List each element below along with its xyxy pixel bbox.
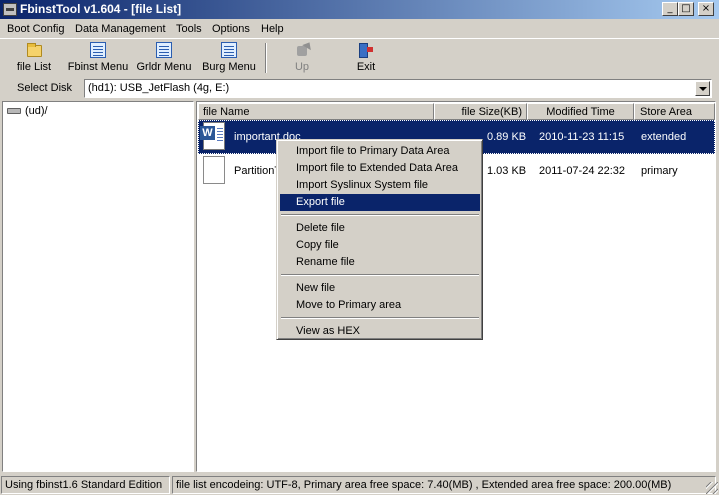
file-list-button[interactable]: file List bbox=[10, 42, 58, 76]
menu-item-delete[interactable]: Delete file bbox=[280, 220, 480, 237]
menu-tools[interactable]: Tools bbox=[176, 23, 202, 35]
menu-item-new[interactable]: New file bbox=[280, 280, 480, 297]
menu-item-rename[interactable]: Rename file bbox=[280, 254, 480, 271]
burg-menu-button[interactable]: Burg Menu bbox=[200, 42, 258, 76]
menu-item-import-syslinux[interactable]: Import Syslinux System file bbox=[280, 177, 480, 194]
menu-bar: Boot Config Data Management Tools Option… bbox=[0, 20, 719, 38]
burg-menu-label: Burg Menu bbox=[202, 61, 256, 73]
menu-item-import-extended[interactable]: Import file to Extended Data Area bbox=[280, 160, 480, 177]
menu-document-icon bbox=[90, 42, 106, 58]
menu-document-icon bbox=[156, 42, 172, 58]
menu-separator bbox=[281, 274, 479, 276]
column-header-modified[interactable]: Modified Time bbox=[527, 103, 634, 120]
up-label: Up bbox=[294, 61, 310, 73]
up-arrow-icon bbox=[294, 42, 310, 58]
menu-separator bbox=[281, 317, 479, 319]
minimize-button[interactable]: _ bbox=[662, 2, 678, 16]
toolbar-separator bbox=[265, 43, 267, 73]
window-title: FbinstTool v1.604 - [file List] bbox=[20, 2, 182, 16]
menu-item-copy[interactable]: Copy file bbox=[280, 237, 480, 254]
maximize-button[interactable]: □ bbox=[678, 2, 694, 16]
fbinst-menu-label: Fbinst Menu bbox=[67, 61, 129, 73]
disk-selector-row: Select Disk (hd1): USB_JetFlash (4g, E:) bbox=[0, 77, 719, 99]
file-modified: 2011-07-24 22:32 bbox=[539, 165, 626, 177]
disk-select[interactable]: (hd1): USB_JetFlash (4g, E:) bbox=[84, 79, 712, 98]
drive-icon bbox=[7, 108, 21, 115]
menu-item-move-primary[interactable]: Move to Primary area bbox=[280, 297, 480, 314]
column-header-size[interactable]: file Size(KB) bbox=[434, 103, 527, 120]
file-modified: 2010-11-23 11:15 bbox=[539, 131, 625, 143]
file-area: primary bbox=[641, 165, 678, 177]
tree-node-root[interactable]: (ud)/ bbox=[7, 105, 48, 117]
file-list-label: file List bbox=[16, 61, 52, 73]
word-document-icon bbox=[200, 122, 225, 150]
select-disk-label: Select Disk bbox=[17, 82, 73, 94]
up-button[interactable]: Up bbox=[282, 42, 322, 76]
menu-separator bbox=[281, 214, 479, 216]
file-name: PartitionT bbox=[234, 165, 282, 177]
menu-document-icon bbox=[221, 42, 237, 58]
tree-node-label: (ud)/ bbox=[25, 105, 48, 117]
menu-data-management[interactable]: Data Management bbox=[75, 23, 166, 35]
exit-label: Exit bbox=[356, 61, 376, 73]
toolbar: file List Fbinst Menu Grldr Menu Burg Me… bbox=[0, 38, 719, 76]
exit-button[interactable]: Exit bbox=[346, 42, 386, 76]
exit-door-icon bbox=[358, 42, 374, 58]
status-bar: Using fbinst1.6 Standard Edition file li… bbox=[0, 474, 719, 495]
fbinst-menu-button[interactable]: Fbinst Menu bbox=[66, 42, 130, 76]
menu-boot-config[interactable]: Boot Config bbox=[7, 23, 64, 35]
file-area: extended bbox=[641, 131, 687, 143]
disk-select-value: (hd1): USB_JetFlash (4g, E:) bbox=[88, 82, 230, 94]
status-edition: Using fbinst1.6 Standard Edition bbox=[1, 476, 170, 494]
close-button[interactable]: × bbox=[698, 2, 714, 16]
grldr-menu-label: Grldr Menu bbox=[136, 61, 192, 73]
menu-options[interactable]: Options bbox=[212, 23, 250, 35]
column-header-area[interactable]: Store Area bbox=[634, 103, 715, 120]
chevron-down-icon[interactable] bbox=[695, 81, 710, 96]
folder-tree[interactable]: (ud)/ bbox=[2, 101, 194, 472]
context-menu: Import file to Primary Data Area Import … bbox=[276, 139, 483, 340]
grldr-menu-button[interactable]: Grldr Menu bbox=[134, 42, 194, 76]
app-icon bbox=[3, 3, 17, 16]
menu-item-export[interactable]: Export file bbox=[280, 194, 480, 211]
blank-file-icon bbox=[203, 156, 225, 184]
file-size: 0.89 KB bbox=[487, 131, 527, 143]
file-size: 1.03 KB bbox=[487, 165, 527, 177]
menu-item-import-primary[interactable]: Import file to Primary Data Area bbox=[280, 143, 480, 160]
menu-help[interactable]: Help bbox=[261, 23, 284, 35]
resize-grip-icon[interactable] bbox=[706, 482, 718, 494]
status-info: file list encodeing: UTF-8, Primary area… bbox=[172, 476, 716, 494]
title-bar[interactable]: FbinstTool v1.604 - [file List] _ □ × bbox=[0, 0, 719, 19]
folder-icon bbox=[27, 43, 42, 57]
column-header-name[interactable]: file Name bbox=[198, 103, 434, 120]
menu-item-view-hex[interactable]: View as HEX bbox=[280, 323, 480, 340]
